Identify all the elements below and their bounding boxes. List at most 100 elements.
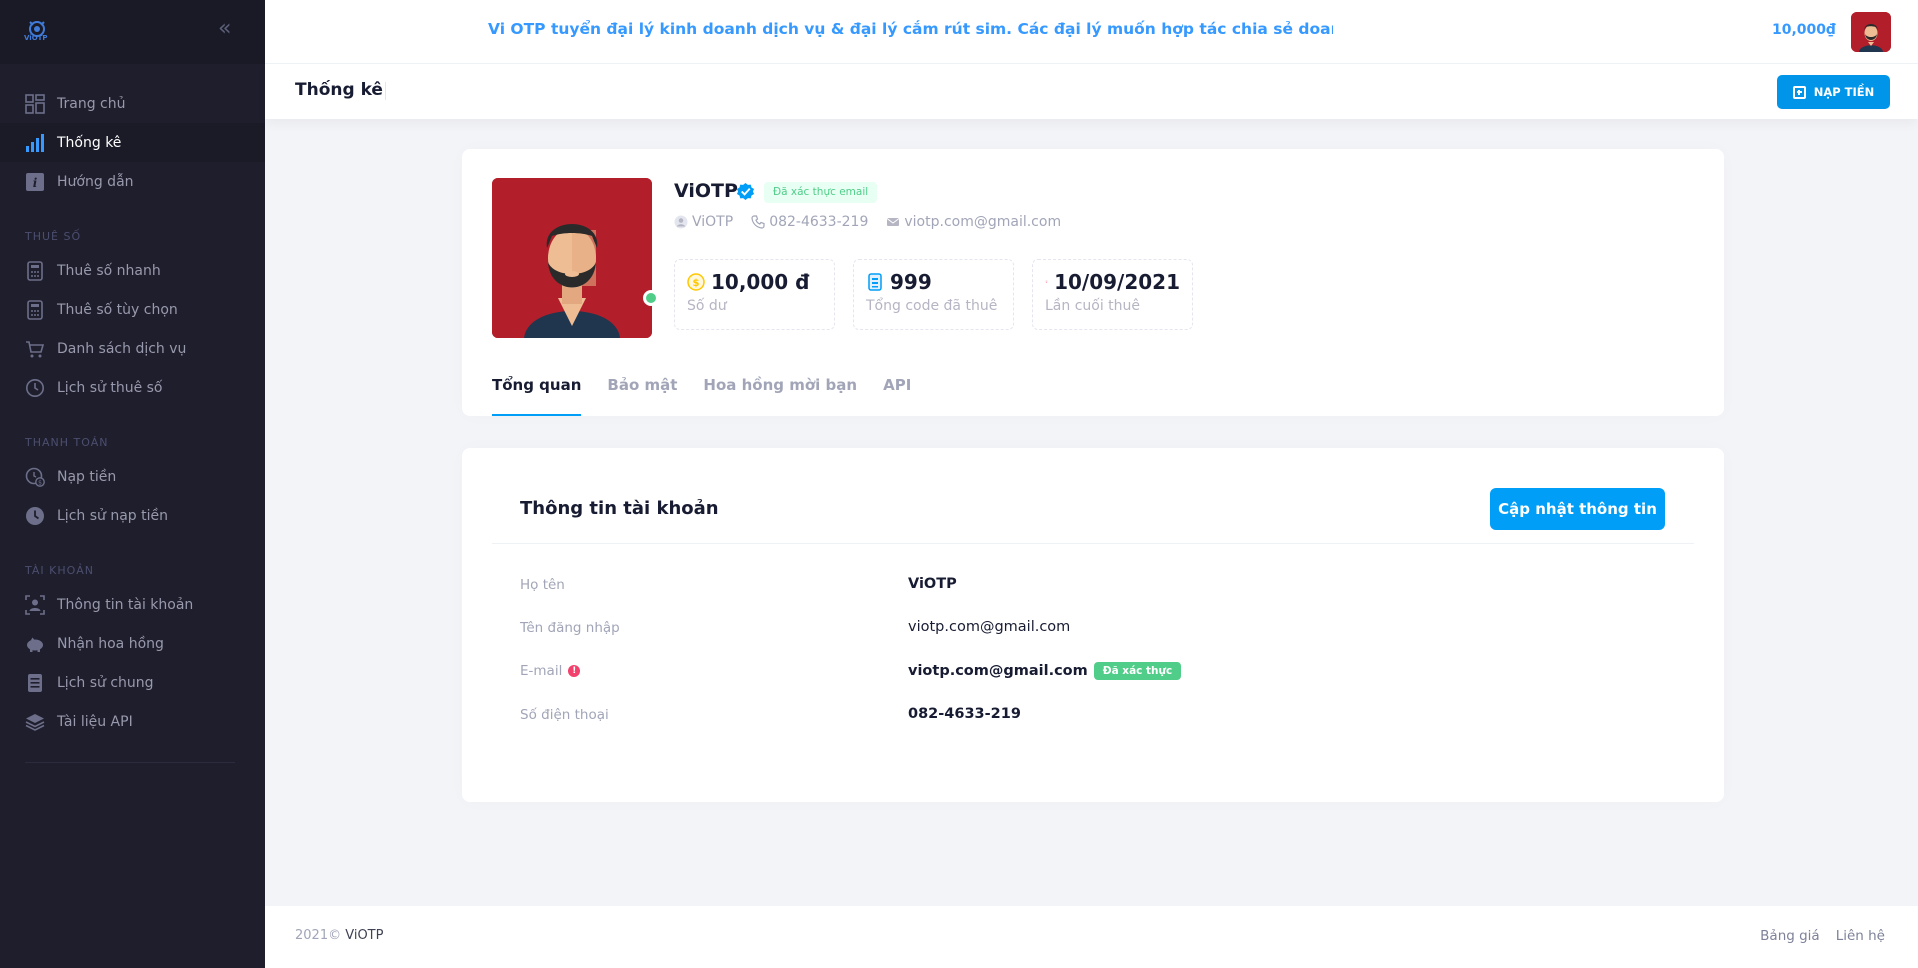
user-circle-icon	[674, 215, 688, 229]
collapse-sidebar-icon[interactable]: «	[218, 18, 231, 40]
profile-meta: ViOTP 082-4633-219 viotp.com@gmail.com	[674, 214, 1061, 230]
sidebar-item-services[interactable]: Danh sách dịch vụ	[0, 329, 265, 368]
profile-stats: $ 10,000 đ Số dư 999 Tổng code đã thuê 1…	[674, 259, 1193, 330]
profile-name: ViOTP	[674, 180, 738, 202]
sidebar-item-label: Thuê số nhanh	[57, 262, 161, 279]
header-balance: 10,000₫	[1772, 22, 1836, 38]
verified-check-icon	[736, 182, 755, 201]
footer-links: Bảng giá Liên hệ	[1760, 928, 1885, 944]
sidebar-item-label: Trang chủ	[57, 95, 126, 112]
piggy-bank-icon	[25, 634, 45, 654]
info-row-key: Số điện thoại	[520, 707, 609, 723]
sidebar-item-label: Lịch sử nạp tiền	[57, 507, 168, 524]
sidebar-item-deposit-history[interactable]: Lịch sử nạp tiền	[0, 496, 265, 535]
stat-balance-label: Số dư	[687, 298, 727, 314]
arrow-down-icon	[1045, 280, 1048, 284]
sidebar-item-label: Tài liệu API	[57, 713, 133, 730]
info-row-username: Tên đăng nhập viotp.com@gmail.com	[520, 617, 1670, 641]
stat-total-codes-value: 999	[890, 270, 932, 294]
email-verified-status-badge: Đã xác thực	[1093, 662, 1182, 680]
sidebar-item-api-docs[interactable]: Tài liệu API	[0, 702, 265, 741]
sidebar-item-label: Danh sách dịch vụ	[57, 340, 187, 357]
meta-email[interactable]: viotp.com@gmail.com	[886, 214, 1061, 230]
profile-avatar	[492, 178, 652, 338]
sidebar: ViOTP « Trang chủ Thống kê i Hướng dẫn T…	[0, 0, 265, 968]
title-divider	[385, 82, 386, 100]
sidebar-menu: Trang chủ Thống kê i Hướng dẫn THUÊ SỐ T…	[0, 64, 265, 741]
meta-username: ViOTP	[692, 214, 734, 230]
phone-icon	[751, 215, 765, 229]
stat-total-codes: 999 Tổng code đã thuê	[853, 259, 1014, 330]
announcement-marquee[interactable]: Vi OTP tuyển đại lý kinh doanh dịch vụ &…	[488, 20, 1333, 44]
info-row-value: viotp.com@gmail.com	[908, 619, 1071, 635]
svg-text:$: $	[693, 278, 700, 289]
topup-button[interactable]: NẠP TIỀN	[1777, 75, 1890, 109]
logo-text: ViOTP	[24, 34, 48, 42]
coin-icon: $	[687, 273, 705, 291]
avatar[interactable]	[1851, 12, 1891, 52]
sidebar-item-custom-rent[interactable]: Thuê số tùy chọn	[0, 290, 265, 329]
update-info-button[interactable]: Cập nhật thông tin	[1490, 488, 1665, 530]
sidebar-item-home[interactable]: Trang chủ	[0, 84, 265, 123]
account-info-card: Thông tin tài khoản Cập nhật thông tin H…	[462, 448, 1724, 802]
deposit-clock-icon: $	[25, 467, 45, 487]
calculator-icon	[25, 260, 45, 281]
stat-total-codes-label: Tổng code đã thuê	[866, 298, 998, 314]
sidebar-item-label: Thông tin tài khoản	[57, 596, 194, 613]
meta-phone-text: 082-4633-219	[769, 214, 869, 230]
account-info-divider	[492, 543, 1694, 544]
info-row-key: E-mail !	[520, 663, 581, 679]
calculator-icon	[25, 299, 45, 320]
sidebar-item-commission[interactable]: Nhận hoa hồng	[0, 624, 265, 663]
tab-referral-commission[interactable]: Hoa hồng mời bạn	[703, 362, 857, 416]
list-icon	[25, 673, 45, 693]
email-value: viotp.com@gmail.com	[908, 663, 1088, 679]
footer-brand-link[interactable]: ViOTP	[345, 928, 383, 943]
email-verified-badge: Đã xác thực email	[764, 182, 878, 203]
plus-square-icon	[1792, 85, 1806, 99]
section-payment-label: THANH TOÁN	[25, 436, 109, 449]
user-card-icon	[25, 594, 45, 615]
page-title: Thống kê	[295, 80, 383, 100]
footer-year: 2021©	[295, 928, 342, 943]
section-rent-label: THUÊ SỐ	[25, 230, 82, 243]
meta-user[interactable]: ViOTP	[674, 214, 733, 230]
layers-icon	[25, 712, 45, 732]
info-row-phone: Số điện thoại 082-4633-219	[520, 704, 1670, 728]
section-account-label: TÀI KHOẢN	[25, 564, 95, 577]
sim-card-icon	[868, 273, 882, 291]
sidebar-item-deposit[interactable]: $ Nạp tiền	[0, 457, 265, 496]
sidebar-item-account-info[interactable]: Thông tin tài khoản	[0, 585, 265, 624]
mail-icon	[887, 218, 900, 226]
sidebar-item-quick-rent[interactable]: Thuê số nhanh	[0, 251, 265, 290]
sidebar-item-rent-history[interactable]: Lịch sử thuê số	[0, 368, 265, 407]
sidebar-item-guide[interactable]: i Hướng dẫn	[0, 162, 265, 201]
sidebar-item-general-history[interactable]: Lịch sử chung	[0, 663, 265, 702]
info-row-value: ViOTP	[908, 576, 957, 592]
clock-icon	[25, 378, 45, 398]
stat-last-rent-value: 10/09/2021	[1054, 270, 1180, 294]
meta-phone[interactable]: 082-4633-219	[751, 214, 868, 230]
info-row-key: Họ tên	[520, 577, 565, 593]
topup-button-label: NẠP TIỀN	[1813, 85, 1875, 99]
sidebar-item-label: Lịch sử chung	[57, 674, 154, 691]
sidebar-item-label: Lịch sử thuê số	[57, 379, 163, 396]
sidebar-item-label: Thống kê	[57, 134, 122, 151]
warning-icon[interactable]: !	[568, 665, 581, 677]
footer-copyright: 2021© ViOTP	[295, 928, 383, 943]
svg-text:$: $	[38, 479, 42, 486]
tab-security[interactable]: Bảo mật	[607, 362, 677, 416]
history-icon	[25, 506, 45, 526]
tab-overview[interactable]: Tổng quan	[492, 362, 582, 416]
tab-api[interactable]: API	[883, 362, 911, 416]
sidebar-divider	[25, 762, 235, 763]
info-icon: i	[25, 172, 45, 192]
footer-link-contact[interactable]: Liên hệ	[1836, 928, 1885, 944]
footer-link-pricing[interactable]: Bảng giá	[1760, 928, 1820, 944]
info-row-key-label: E-mail	[520, 663, 563, 679]
sidebar-item-label: Thuê số tùy chọn	[57, 301, 178, 318]
brand: ViOTP «	[0, 0, 265, 64]
sidebar-item-stats[interactable]: Thống kê	[0, 123, 265, 162]
svg-text:i: i	[33, 176, 38, 190]
stat-last-rent: 10/09/2021 Lần cuối thuê	[1032, 259, 1193, 330]
